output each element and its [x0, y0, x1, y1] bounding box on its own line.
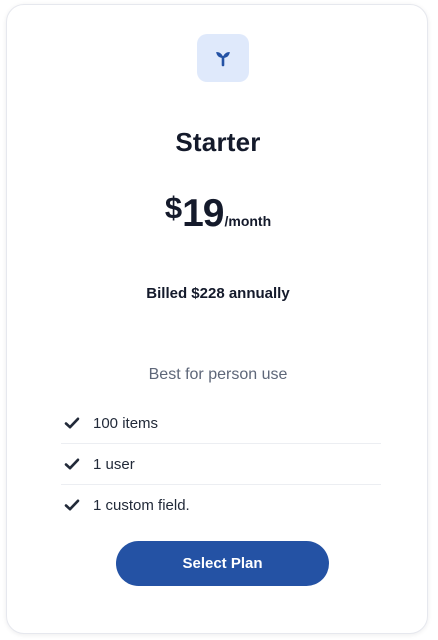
price-period: /month: [224, 213, 272, 229]
price-currency: $: [164, 190, 183, 225]
feature-item: 100 items: [61, 403, 381, 444]
feature-label: 1 user: [93, 455, 135, 473]
feature-label: 100 items: [93, 414, 159, 432]
sprout-icon: [197, 34, 249, 82]
check-icon: [64, 456, 80, 472]
feature-item: 1 user: [61, 444, 381, 485]
price-amount: 19: [182, 192, 224, 235]
select-plan-button[interactable]: Select Plan: [116, 541, 329, 586]
plan-price: $19/month: [7, 190, 429, 236]
feature-list: 100 items 1 user 1 custom field.: [61, 403, 381, 525]
plan-tagline: Best for person use: [148, 366, 288, 383]
check-icon: [64, 415, 80, 431]
plan-name: Starter: [175, 127, 261, 157]
pricing-card: Starter $19/month Billed $228 annually B…: [6, 4, 428, 634]
billing-note: Billed $228 annually: [146, 285, 290, 302]
feature-item: 1 custom field.: [61, 485, 381, 525]
feature-label: 1 custom field.: [93, 496, 190, 514]
check-icon: [64, 497, 80, 513]
